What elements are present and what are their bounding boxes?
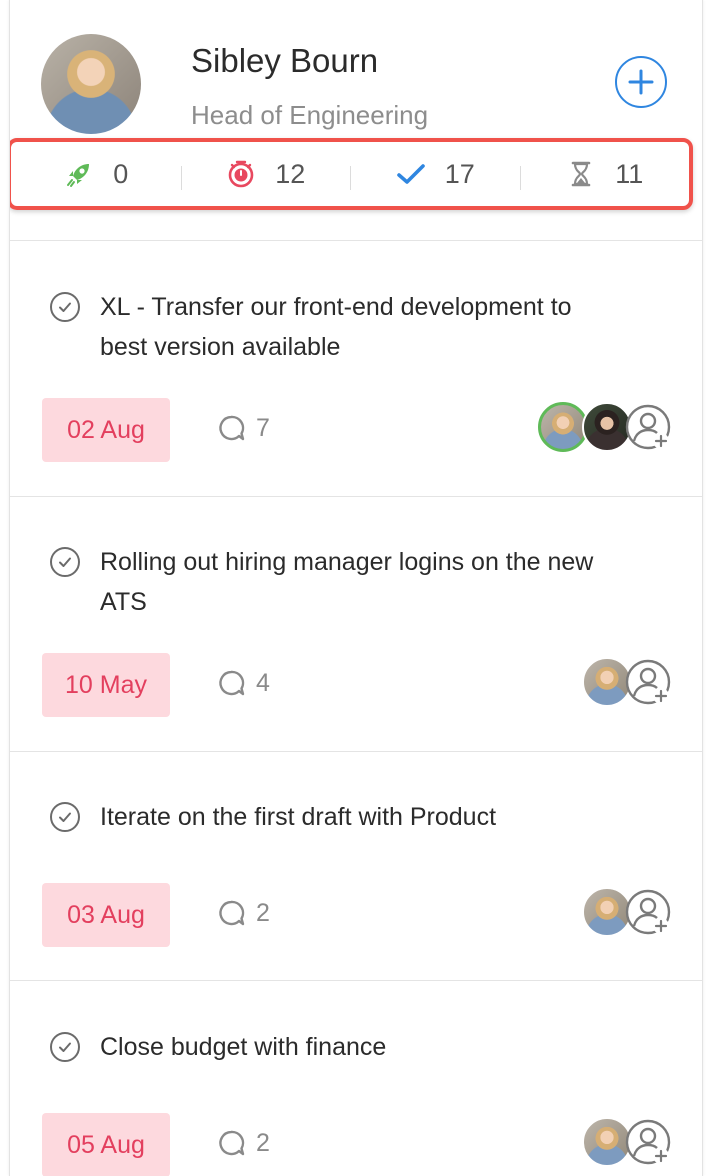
add-assignee-icon[interactable] [624, 1118, 672, 1166]
due-date-badge[interactable]: 10 May [42, 653, 170, 717]
comments-count-value: 7 [256, 413, 270, 442]
profile-header: Sibley Bourn Head of Engineering 0 12 17… [10, 0, 702, 241]
check-circle-icon [59, 812, 71, 822]
comment-icon [219, 1130, 245, 1156]
comments-count-value: 4 [256, 668, 270, 697]
stat-overdue[interactable]: 12 [180, 142, 351, 206]
plus-icon [628, 69, 654, 95]
comment-icon [219, 670, 245, 696]
rocket-icon [63, 158, 95, 190]
stat-value: 17 [444, 158, 475, 189]
profile-role: Head of Engineering [191, 100, 429, 130]
comment-icon [219, 900, 245, 926]
comments-count-value: 2 [256, 898, 270, 927]
complete-checkbox[interactable] [50, 292, 80, 322]
comment-icon [219, 415, 245, 441]
complete-checkbox[interactable] [50, 1032, 80, 1062]
assignees [582, 887, 672, 937]
profile-avatar [41, 34, 141, 134]
profile-name: Sibley Bourn [191, 42, 379, 79]
add-assignee-icon[interactable] [624, 403, 672, 451]
stat-value: 12 [275, 158, 306, 189]
assignee-avatar[interactable] [538, 402, 588, 452]
check-circle-icon [59, 302, 71, 312]
task-item[interactable]: Rolling out hiring manager logins on the… [10, 496, 702, 752]
stat-value: 0 [113, 158, 129, 189]
complete-checkbox[interactable] [50, 802, 80, 832]
hourglass-icon [565, 158, 597, 190]
stats-bar: 0 12 17 11 [10, 138, 693, 210]
add-assignee-icon[interactable] [624, 658, 672, 706]
assignees [538, 402, 672, 452]
task-item[interactable]: Iterate on the first draft with Product … [10, 751, 702, 981]
assignees [582, 657, 672, 707]
checkmark-icon [395, 158, 427, 190]
due-date-badge[interactable]: 02 Aug [42, 398, 170, 462]
task-item[interactable]: Close budget with finance 05 Aug 2 [10, 981, 702, 1176]
comments-count[interactable]: 2 [216, 1128, 270, 1158]
comments-count[interactable]: 7 [216, 413, 270, 443]
task-title[interactable]: Close budget with finance [100, 1027, 600, 1067]
complete-checkbox[interactable] [50, 547, 80, 577]
stat-launched[interactable]: 0 [11, 142, 181, 206]
member-card: Sibley Bourn Head of Engineering 0 12 17… [9, 0, 703, 1176]
check-circle-icon [59, 557, 71, 567]
stat-value: 11 [615, 158, 644, 189]
task-title[interactable]: XL - Transfer our front-end development … [100, 287, 600, 367]
task-title[interactable]: Rolling out hiring manager logins on the… [100, 542, 600, 622]
stat-pending[interactable]: 11 [519, 142, 690, 206]
due-date-badge[interactable]: 05 Aug [42, 1113, 170, 1176]
task-item[interactable]: XL - Transfer our front-end development … [10, 241, 702, 497]
due-date-badge[interactable]: 03 Aug [42, 883, 170, 947]
stat-completed[interactable]: 17 [350, 142, 520, 206]
assignees [582, 1117, 672, 1167]
check-circle-icon [59, 1042, 71, 1052]
add-assignee-icon[interactable] [624, 888, 672, 936]
timer-icon [225, 158, 257, 190]
comments-count-value: 2 [256, 1128, 270, 1157]
comments-count[interactable]: 4 [216, 668, 270, 698]
add-task-button[interactable] [615, 56, 667, 108]
comments-count[interactable]: 2 [216, 898, 270, 928]
task-title[interactable]: Iterate on the first draft with Product [100, 797, 600, 837]
